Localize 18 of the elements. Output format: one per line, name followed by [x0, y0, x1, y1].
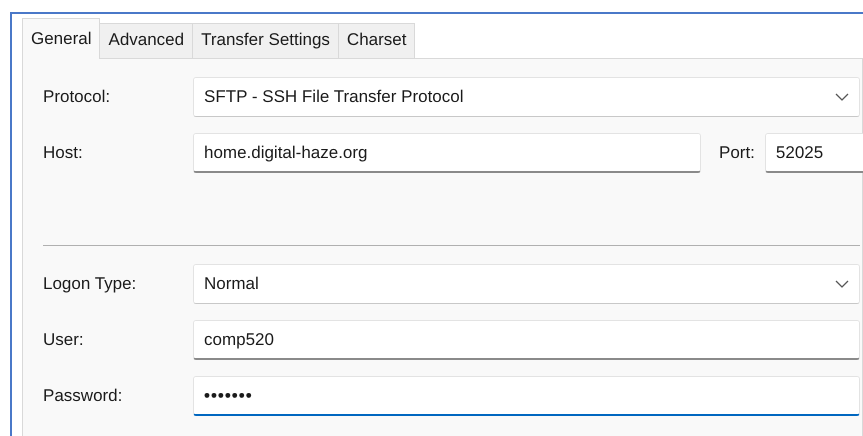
field-label: User: — [43, 330, 85, 350]
tab[interactable]: General — [22, 18, 100, 59]
field-label: Protocol: — [43, 87, 112, 107]
dropdown-chevron-icon — [835, 280, 849, 288]
field-label: Host: — [43, 143, 84, 163]
field-label: Port: — [719, 143, 755, 163]
tab[interactable]: Advanced — [99, 23, 194, 58]
user-field[interactable]: comp520 — [193, 320, 860, 360]
dropdown-chevron-icon — [835, 93, 849, 101]
logon-type-dropdown[interactable]: Normal — [193, 264, 860, 304]
tab[interactable]: Transfer Settings — [192, 23, 339, 58]
field-label: Logon Type: — [43, 274, 138, 294]
password-field[interactable]: ••••••• — [193, 376, 860, 416]
tab[interactable]: Charset — [338, 23, 416, 58]
host-field[interactable]: home.digital-haze.org — [193, 133, 701, 173]
port-field[interactable]: 52025 — [764, 133, 863, 173]
protocol-dropdown[interactable]: SFTP - SSH File Transfer Protocol — [193, 77, 860, 117]
field-label: Password: — [43, 386, 124, 406]
